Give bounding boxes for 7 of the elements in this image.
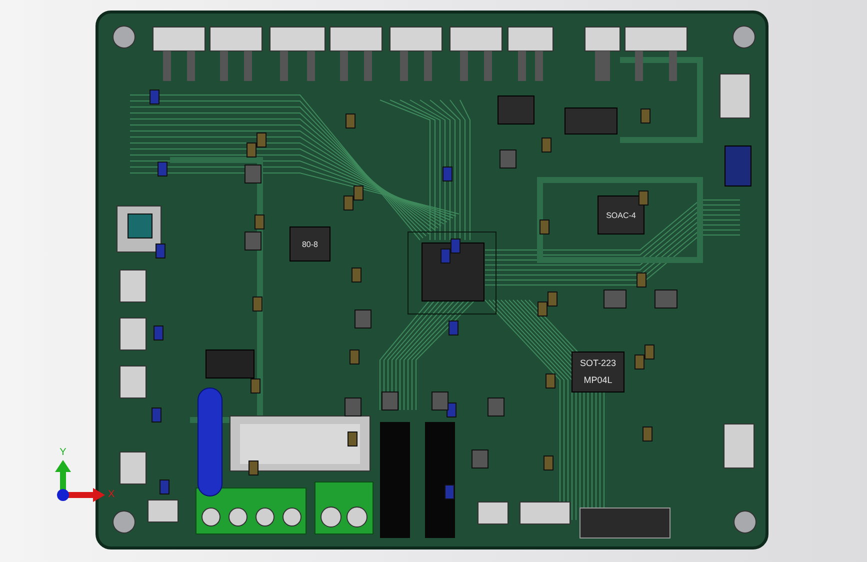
chip-marking: MP04L [584, 375, 612, 385]
chip-marking: SOAC-4 [606, 211, 636, 220]
y-axis-label: Y [60, 447, 66, 458]
chip-marking: 80-8 [302, 240, 318, 249]
x-axis-label: X [108, 489, 115, 500]
axis-triad-drawing [55, 460, 105, 502]
chip-marking: SOT-223 [580, 358, 616, 368]
